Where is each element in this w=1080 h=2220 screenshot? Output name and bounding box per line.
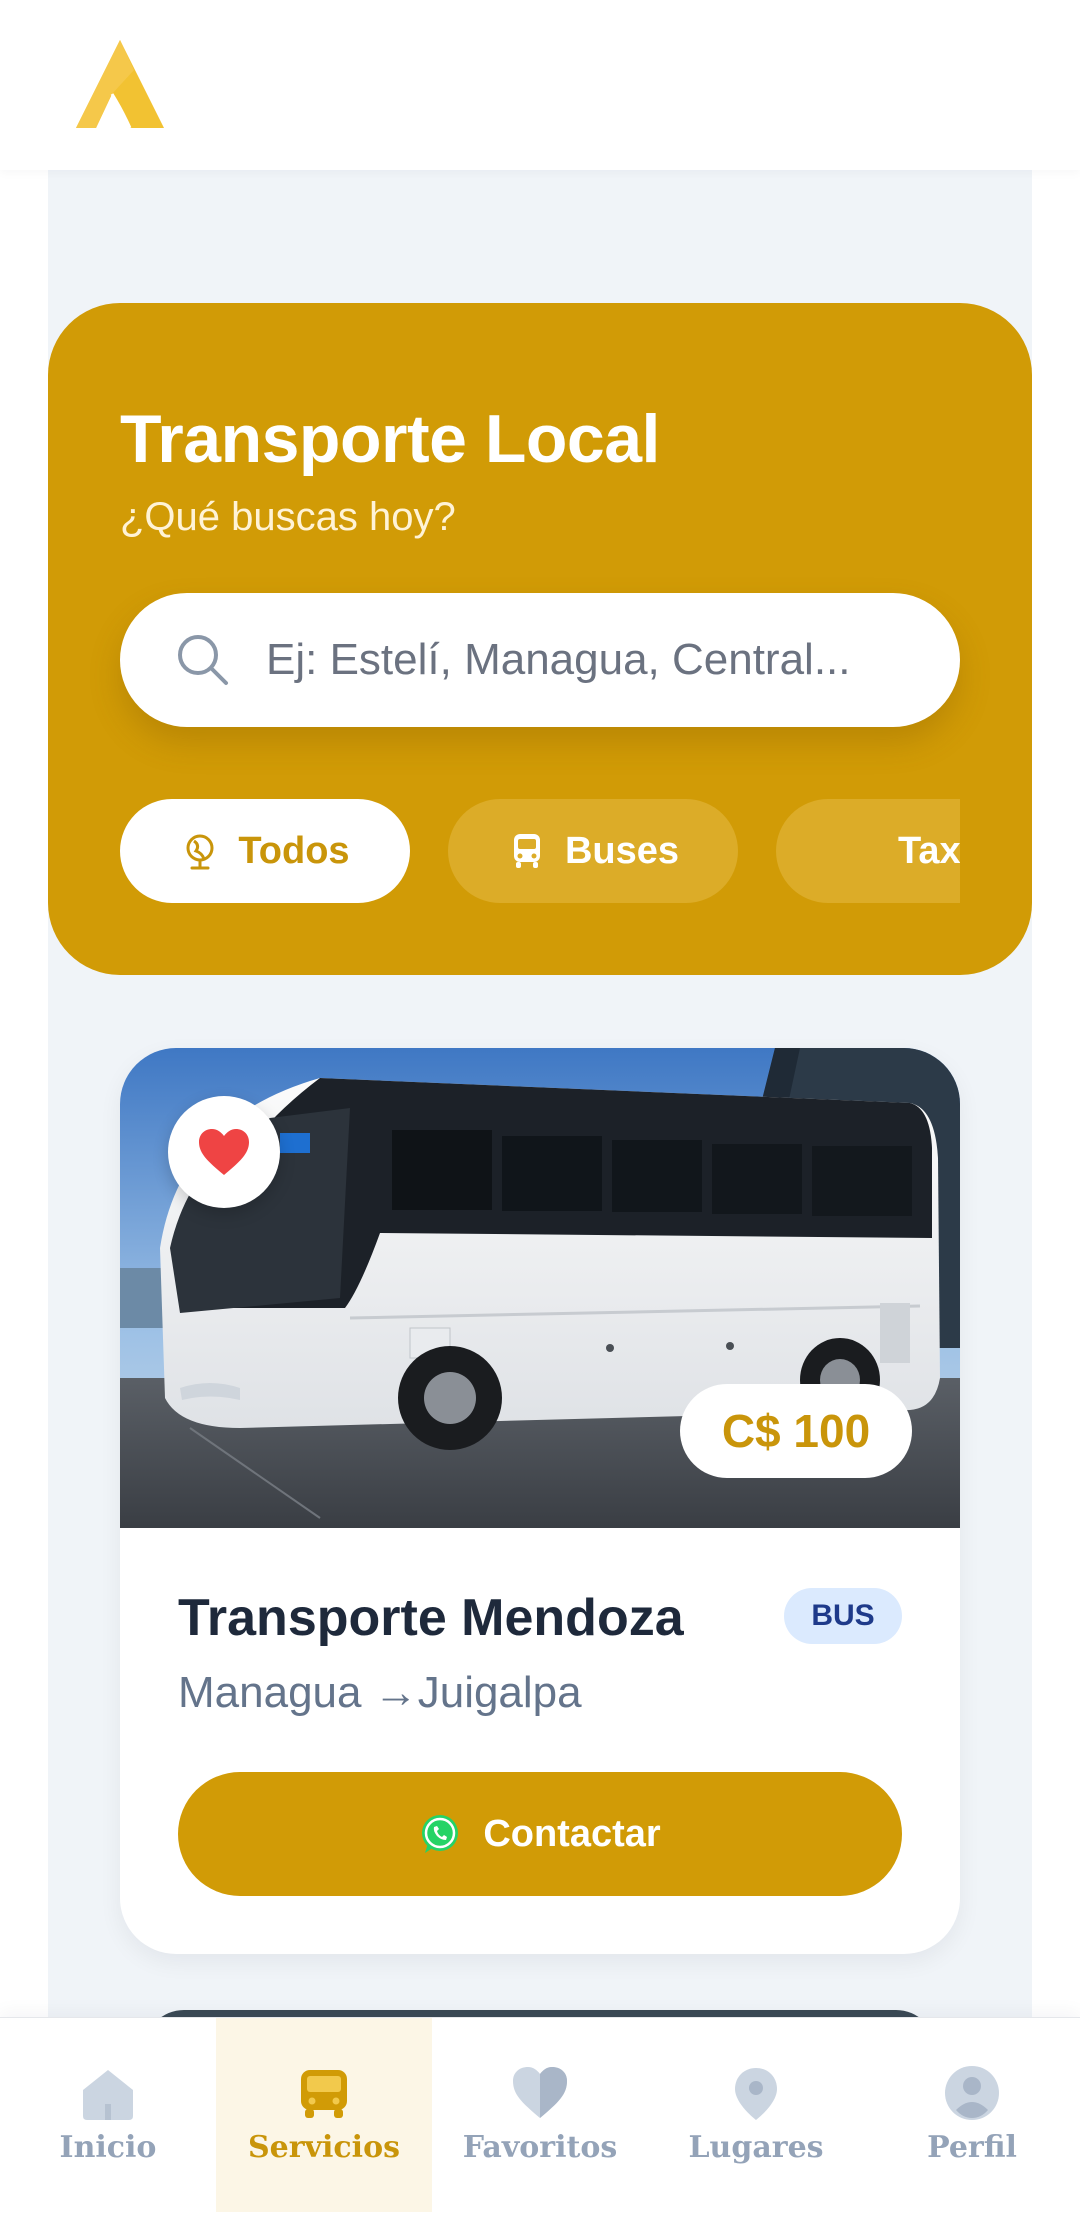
- filter-chip-taxis[interactable]: Taxis: [776, 799, 960, 903]
- nav-item-perfil[interactable]: Perfil: [864, 2018, 1080, 2212]
- nav-item-label: Favoritos: [462, 2130, 618, 2165]
- globe-icon: [186, 834, 214, 870]
- nav-item-favoritos[interactable]: Favoritos: [432, 2018, 648, 2212]
- search-icon: [178, 635, 228, 685]
- filter-chips: Todos Buses Taxis: [120, 799, 960, 903]
- nav-item-label: Servicios: [248, 2130, 400, 2165]
- hero-panel: Transporte Local ¿Qué buscas hoy? Todos: [48, 303, 1032, 975]
- page-subtitle: ¿Qué buscas hoy?: [120, 495, 456, 539]
- route-origin: Managua: [178, 1668, 362, 1717]
- filter-chip-label: Todos: [238, 829, 350, 872]
- route-arrow: →: [373, 1668, 418, 1717]
- nav-item-label: Lugares: [688, 2130, 824, 2165]
- service-card[interactable]: C$ 100 Transporte Mendoza BUS Managua →J…: [120, 1048, 960, 1954]
- service-type-badge: BUS: [784, 1588, 902, 1644]
- filter-chip-label: Taxis: [898, 829, 960, 872]
- heart-icon: [199, 1129, 249, 1175]
- page-title: Transporte Local: [120, 401, 660, 477]
- contact-button-label: Contactar: [483, 1812, 661, 1855]
- nav-item-label: Perfil: [927, 2130, 1017, 2165]
- contact-button[interactable]: Contactar: [178, 1772, 902, 1896]
- favorite-button[interactable]: [168, 1096, 280, 1208]
- bus-icon: [513, 834, 540, 868]
- app-logo-a-icon[interactable]: [76, 40, 164, 130]
- nav-item-inicio[interactable]: Inicio: [0, 2018, 216, 2212]
- search-bar[interactable]: [120, 593, 960, 727]
- price-badge: C$ 100: [680, 1384, 912, 1478]
- route-destination: Juigalpa: [417, 1668, 582, 1717]
- home-icon: [83, 2070, 133, 2120]
- nav-item-label: Inicio: [59, 2130, 157, 2165]
- service-name: Transporte Mendoza: [178, 1589, 684, 1647]
- service-route: Managua →Juigalpa: [178, 1668, 582, 1718]
- whatsapp-icon: [422, 1815, 459, 1853]
- nav-item-lugares[interactable]: Lugares: [648, 2018, 864, 2212]
- location-pin-icon: [735, 2068, 777, 2120]
- filter-chip-todos[interactable]: Todos: [120, 799, 410, 903]
- search-input[interactable]: [264, 593, 924, 727]
- heart-icon: [513, 2067, 567, 2118]
- bottom-navigation: Inicio Servicios Favoritos Lugares Perfi…: [0, 2017, 1080, 2220]
- filter-chip-label: Buses: [564, 829, 680, 872]
- content-area[interactable]: Transporte Local ¿Qué buscas hoy? Todos: [48, 170, 1032, 2020]
- top-app-bar: [0, 0, 1080, 170]
- filter-chip-buses[interactable]: Buses: [448, 799, 738, 903]
- user-icon: [945, 2066, 999, 2120]
- bus-icon: [301, 2070, 347, 2118]
- nav-item-servicios[interactable]: Servicios: [216, 2018, 432, 2212]
